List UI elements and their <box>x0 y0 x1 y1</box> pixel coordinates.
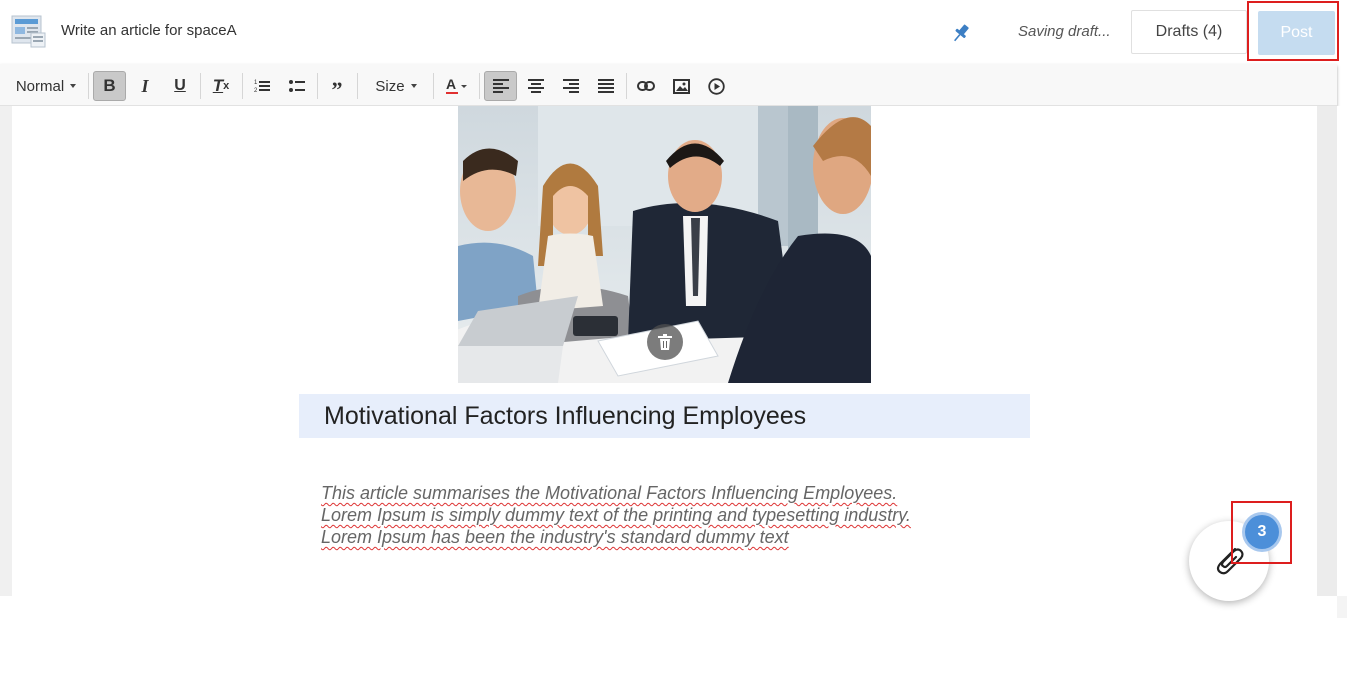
quote-icon[interactable]: ” <box>322 71 352 101</box>
chevron-down-icon <box>410 84 417 88</box>
bold-icon[interactable]: B <box>93 71 126 101</box>
editor-scrollbar[interactable] <box>1317 106 1337 596</box>
editor-left-margin <box>0 106 12 596</box>
svg-text:1: 1 <box>254 80 258 86</box>
body-line: Lorem Ipsum is simply dummy text of the … <box>321 505 911 525</box>
post-highlight-box: Post <box>1247 1 1339 61</box>
svg-text:A: A <box>446 77 456 92</box>
page-edge <box>1337 596 1347 618</box>
underline-icon[interactable]: U <box>165 71 195 101</box>
paragraph-style-select[interactable]: Normal <box>8 71 84 101</box>
align-justify-icon[interactable] <box>591 71 621 101</box>
header-bar: Write an article for spaceA Saving draft… <box>0 0 1347 64</box>
align-right-icon[interactable] <box>556 71 586 101</box>
font-size-select[interactable]: Size <box>364 71 428 101</box>
body-line: Lorem Ipsum has been the industry's stan… <box>321 527 789 547</box>
trash-icon <box>658 334 672 350</box>
chevron-down-icon <box>70 84 77 88</box>
pin-icon[interactable] <box>950 22 972 44</box>
clear-format-icon[interactable]: Tx <box>205 71 237 101</box>
svg-text:2: 2 <box>254 88 258 93</box>
align-left-icon[interactable] <box>484 71 517 101</box>
delete-image-button[interactable] <box>647 324 683 360</box>
paragraph-style-label: Normal <box>15 77 65 95</box>
body-line: This article summarises the Motivational… <box>321 483 898 503</box>
video-icon[interactable] <box>701 71 731 101</box>
image-icon[interactable] <box>666 71 696 101</box>
attachment-count-badge: 3 <box>1245 515 1279 549</box>
article-body[interactable]: This article summarises the Motivational… <box>321 482 1021 548</box>
formatting-toolbar: Normal B I U Tx 1 2 ” Size A <box>0 64 1337 106</box>
font-size-label: Size <box>375 77 405 95</box>
post-button[interactable]: Post <box>1258 11 1335 55</box>
italic-icon[interactable]: I <box>130 71 160 101</box>
drafts-button[interactable]: Drafts (4) <box>1131 10 1247 54</box>
article-title[interactable]: Motivational Factors Influencing Employe… <box>299 394 1030 438</box>
text-color-icon[interactable]: A <box>438 71 474 101</box>
bullet-list-icon[interactable] <box>282 71 312 101</box>
article-icon <box>11 15 46 48</box>
align-center-icon[interactable] <box>521 71 551 101</box>
ordered-list-icon[interactable]: 1 2 <box>247 71 277 101</box>
page-title: Write an article for spaceA <box>61 22 237 39</box>
save-status: Saving draft... <box>1018 23 1111 40</box>
link-icon[interactable] <box>631 71 661 101</box>
